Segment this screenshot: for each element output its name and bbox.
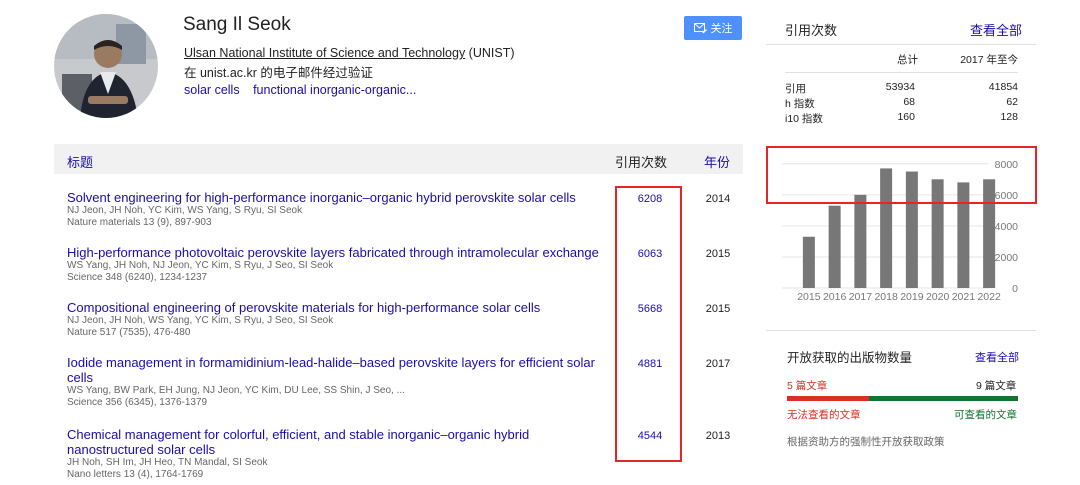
x-tick-label: 2017 (849, 291, 873, 303)
article-year: 2015 (705, 303, 731, 315)
stats-col-total: 总计 (897, 54, 918, 66)
stats-row: h 指数 68 62 (785, 96, 1018, 111)
highlight-box-chart (766, 146, 1037, 204)
x-tick-label: 2019 (900, 291, 924, 303)
stats-label: h 指数 (785, 98, 815, 110)
y-tick-label: 0 (1012, 283, 1018, 295)
stats-since: 41854 (988, 81, 1018, 93)
x-tick-label: 2020 (926, 291, 950, 303)
article-title-link[interactable]: Iodide management in formamidinium-lead-… (67, 355, 607, 385)
divider (766, 44, 1036, 45)
bar-2015[interactable] (802, 236, 815, 288)
x-tick-label: 2021 (952, 291, 976, 303)
open-access-note: 根据资助方的强制性开放获取政策 (787, 436, 945, 448)
bar-2016[interactable] (828, 205, 841, 288)
citation-stats-table: 总计 2017 年至今 引用 53934 41854 h 指数 68 62 i1… (785, 52, 1018, 126)
x-tick-label: 2015 (797, 291, 821, 303)
profile-affiliation: Ulsan National Institute of Science and … (184, 46, 515, 60)
article-year: 2017 (705, 358, 731, 370)
article-title-link[interactable]: Compositional engineering of perovskite … (67, 300, 607, 315)
y-tick-label: 2000 (995, 252, 1019, 264)
x-tick-label: 2018 (874, 291, 898, 303)
y-tick-label: 4000 (995, 221, 1019, 233)
article-title-link[interactable]: Chemical management for colorful, effici… (67, 427, 547, 457)
divider (766, 330, 1036, 331)
article-title-link[interactable]: High-performance photovoltaic perovskite… (67, 245, 627, 260)
affiliation-link[interactable]: Ulsan National Institute of Science and … (184, 46, 465, 60)
stats-row: 引用 53934 41854 (785, 81, 1018, 96)
article-year: 2014 (705, 193, 731, 205)
email-verified-text: 在 unist.ac.kr 的电子邮件经过验证 (184, 66, 373, 80)
affiliation-suffix: (UNIST) (465, 46, 515, 60)
articles-table-header: 标题 引用次数 年份 (54, 144, 743, 174)
unavailable-label-link[interactable]: 无法查看的文章 (787, 407, 861, 422)
available-label-link[interactable]: 可查看的文章 (954, 407, 1017, 422)
article-venue: Nano letters 13 (4), 1764-1769 (67, 469, 204, 480)
open-access-bar (787, 396, 1018, 401)
open-access-title: 开放获取的出版物数量 (787, 351, 913, 365)
stats-label: i10 指数 (785, 113, 823, 125)
sort-by-year[interactable]: 年份 (704, 152, 730, 171)
article-title-link[interactable]: Solvent engineering for high-performance… (67, 190, 607, 205)
unavailable-bar-segment (787, 396, 870, 401)
stats-since: 128 (1000, 111, 1018, 123)
interest-link-1[interactable]: functional inorganic-organic... (253, 83, 416, 97)
bar-2017[interactable] (854, 194, 867, 288)
follow-button[interactable]: 关注 (684, 16, 742, 40)
stats-total: 160 (897, 111, 915, 123)
available-count: 9 篇文章 (976, 380, 1017, 392)
unavailable-count: 5 篇文章 (787, 380, 828, 392)
stats-total: 68 (903, 96, 915, 108)
column-cites-header: 引用次数 (615, 155, 668, 170)
profile-avatar (54, 14, 158, 118)
available-bar-segment (869, 396, 1018, 401)
citations-view-all-link[interactable]: 查看全部 (970, 20, 1022, 39)
stats-total: 53934 (885, 81, 915, 93)
stats-since: 62 (1006, 96, 1018, 108)
open-access-view-all-link[interactable]: 查看全部 (975, 349, 1019, 365)
stats-label: 引用 (785, 83, 806, 95)
interest-link-0[interactable]: solar cells (184, 83, 240, 97)
sort-by-title[interactable]: 标题 (67, 152, 93, 171)
follow-label: 关注 (710, 23, 733, 35)
citations-title: 引用次数 (785, 23, 838, 38)
mail-check-icon (693, 22, 707, 33)
highlight-box-cites (615, 186, 682, 462)
article-year: 2013 (705, 430, 731, 442)
x-tick-label: 2016 (823, 291, 847, 303)
x-tick-label: 2022 (977, 291, 1001, 303)
profile-name: Sang Il Seok (183, 14, 291, 35)
stats-col-since: 2017 年至今 (960, 54, 1018, 66)
stats-row: i10 指数 160 128 (785, 111, 1018, 126)
article-year: 2015 (705, 248, 731, 260)
research-interests: solar cells functional inorganic-organic… (184, 83, 426, 97)
